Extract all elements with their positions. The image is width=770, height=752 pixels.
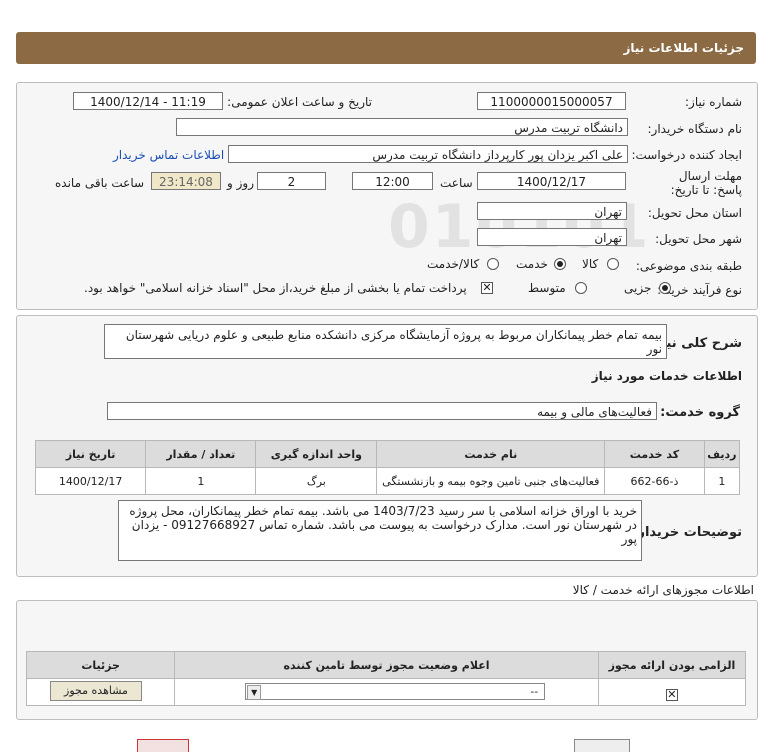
buyer-field: دانشگاه تربیت مدرس [176,118,628,136]
need-number-label: شماره نیاز: [685,95,742,109]
col-date: تاریخ نیاز [34,440,147,468]
category-radio-goods[interactable] [607,258,619,270]
service-group-label: گروه خدمت: [660,405,740,420]
cell-row: 1 [703,467,741,495]
service-group-field: فعالیت‌های مالی و بیمه [107,402,657,420]
deadline-date-field: 1400/12/17 [477,172,626,190]
bottom-button-right[interactable] [574,739,630,752]
col-row: ردیف [703,440,741,468]
col-code: کد خدمت [604,440,705,468]
remaining-label: ساعت باقی مانده [55,176,145,190]
creator-label: ایجاد کننده درخواست: [631,148,742,162]
announce-field: 1400/12/14 - 11:19 [73,92,223,110]
days-label: روز و [227,176,254,190]
process-option-medium: متوسط [528,281,566,295]
cell-qty: 1 [145,467,257,495]
treasury-checkbox[interactable]: ✕ [481,282,493,294]
col-permit-status: اعلام وضعیت مجوز توسط تامین کننده [174,651,599,679]
permits-table: الزامی بودن ارائه مجوز اعلام وضعیت مجوز … [25,651,747,706]
remaining-time-field: 23:14:08 [151,172,221,190]
page-title: جزئیات اطلاعات نیاز [623,41,744,55]
permits-section-title: اطلاعات مجوزهای ارائه خدمت / کالا [572,583,754,597]
col-qty: تعداد / مقدار [145,440,257,468]
deadline-label: مهلت ارسال پاسخ: تا تاریخ: [670,169,742,197]
province-label: استان محل تحویل: [647,206,742,220]
process-radio-medium[interactable] [575,282,587,294]
table-row: 1 ذ-66-662 فعالیت‌های جنبی تامین وجوه بی… [34,467,741,495]
col-unit: واحد اندازه گیری [255,440,378,468]
cell-permit-details: مشاهده مجوز [25,678,176,706]
description-field: خرید با اوراق خزانه اسلامی با سر رسید 14… [118,500,642,561]
province-field: تهران [477,202,627,220]
buyer-label: نام دستگاه خریدار: [647,122,743,136]
category-radio-service[interactable] [554,258,566,270]
category-option-goods: کالا [582,257,599,271]
chevron-down-icon: ▼ [247,685,262,700]
col-name: نام خدمت [376,440,606,468]
deadline-time-label: ساعت [440,176,473,190]
permit-required-checkbox: ✕ [665,687,678,701]
cell-permit-required: ✕ [597,678,747,706]
city-label: شهر محل تحویل: [655,232,742,246]
table-row: ✕ -- ▼ مشاهده مجوز [25,678,747,706]
permits-table-header: الزامی بودن ارائه مجوز اعلام وضعیت مجوز … [25,651,747,679]
cell-unit: برگ [255,467,378,495]
services-table: ردیف کد خدمت نام خدمت واحد اندازه گیری ت… [34,440,741,495]
col-permit-required: الزامی بودن ارائه مجوز [597,651,747,679]
buyer-contact-link[interactable]: اطلاعات تماس خریدار [113,148,224,162]
cell-name: فعالیت‌های جنبی تامین وجوه بیمه و بازنشس… [376,467,606,495]
cell-permit-status: -- ▼ [174,678,599,706]
category-radio-goods-service[interactable] [487,258,499,270]
creator-field: علی اکبر یزدان پور کارپرداز دانشگاه تربی… [228,145,628,163]
permit-status-value: -- [530,685,539,698]
page-header: جزئیات اطلاعات نیاز [16,32,756,64]
days-field: 2 [257,172,326,190]
permit-status-select[interactable]: -- ▼ [245,683,546,700]
announce-label: تاریخ و ساعت اعلان عمومی: [227,95,372,109]
bottom-button-left[interactable] [137,739,189,752]
col-permit-details: جزئیات [25,651,176,679]
need-number-field: 1100000015000057 [477,92,626,110]
description-label: توضیحات خریدار: [632,525,742,540]
treasury-note: پرداخت تمام یا بخشی از مبلغ خرید،از محل … [84,281,467,295]
cell-code: ذ-66-662 [604,467,705,495]
category-option-service: خدمت [516,257,548,271]
category-option-goods-service: کالا/خدمت [427,257,480,271]
summary-field: بیمه تمام خطر پیمانکاران مربوط به پروژه … [104,324,667,359]
city-field: تهران [477,228,627,246]
process-option-minor: جزیی [624,281,652,295]
services-table-header: ردیف کد خدمت نام خدمت واحد اندازه گیری ت… [34,440,741,468]
services-section-title: اطلاعات خدمات مورد نیاز [591,369,742,383]
need-info-panel [16,82,758,310]
process-radio-minor[interactable] [659,282,671,294]
view-permit-button[interactable]: مشاهده مجوز [50,681,142,701]
cell-date: 1400/12/17 [34,467,147,495]
category-label: طبقه بندی موضوعی: [635,259,742,273]
deadline-time-field: 12:00 [352,172,433,190]
